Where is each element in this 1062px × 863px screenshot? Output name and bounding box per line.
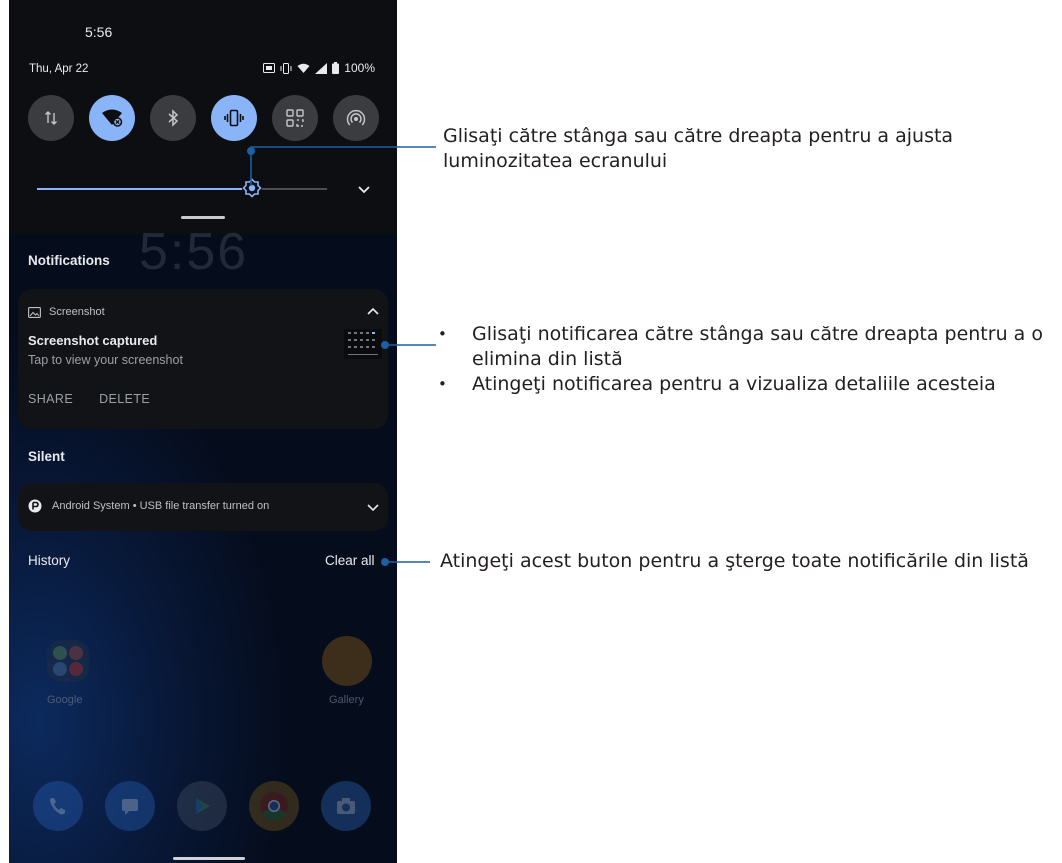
brightness-slider-fill: [37, 188, 252, 190]
battery-icon: [332, 62, 340, 74]
chevron-up-icon[interactable]: [364, 303, 382, 321]
qr-scanner-icon: [286, 109, 304, 127]
notification-annotation-list: Glisaţi notificarea către stânga sau căt…: [438, 322, 1058, 397]
quick-settings-panel: 5:56 Thu, Apr 22 100%: [9, 0, 397, 234]
gallery-label: Gallery: [329, 694, 364, 706]
bluetooth-icon: [168, 109, 179, 127]
brightness-annotation: Glisaţi către stânga sau către dreapta p…: [443, 125, 954, 172]
screenshot-thumbnail[interactable]: [344, 329, 382, 359]
mobile-data-icon: [45, 111, 57, 125]
clear-all-annotation: Atingeţi acest buton pentru a şterge toa…: [440, 550, 1029, 572]
wifi-icon: [102, 109, 123, 127]
tile-bluetooth[interactable]: [150, 95, 196, 141]
panel-drag-handle[interactable]: [181, 216, 225, 219]
notification-title: Screenshot captured: [28, 333, 158, 348]
notification-app-name: Screenshot: [49, 306, 105, 318]
vibrate-status-icon: [280, 62, 292, 74]
google-folder-label: Google: [47, 694, 83, 706]
lockscreen-clock: 5:56: [139, 223, 249, 281]
messages-app-icon: [105, 781, 155, 831]
silent-notification-card[interactable]: Android System • USB file transfer turne…: [18, 483, 388, 531]
status-icons: 100%: [263, 61, 375, 75]
delete-button[interactable]: DELETE: [99, 392, 150, 406]
play-store-app-icon: [177, 781, 227, 831]
phone-app-icon: [33, 781, 83, 831]
hotspot-icon: [346, 110, 366, 126]
silent-notification-text: Android System • USB file transfer turne…: [52, 500, 270, 512]
quick-tiles-row: [28, 95, 379, 141]
thumbnail-image: [348, 332, 378, 355]
share-button[interactable]: SHARE: [28, 392, 73, 406]
history-button[interactable]: History: [28, 553, 70, 568]
nfc-icon: [263, 63, 276, 73]
tile-wifi[interactable]: [89, 95, 135, 141]
gallery-app-icon: [322, 636, 372, 686]
chevron-down-icon[interactable]: [364, 498, 382, 516]
gesture-nav-bar[interactable]: [173, 857, 245, 860]
silent-notification-row: Android System • USB file transfer turne…: [28, 499, 269, 513]
tile-qr-scanner[interactable]: [272, 95, 318, 141]
chrome-app-icon: [249, 781, 299, 831]
notification-annotation-swipe: Glisaţi notificarea către stânga sau căt…: [438, 322, 1058, 372]
tile-hotspot[interactable]: [333, 95, 379, 141]
notification-text: Tap to view your screenshot: [28, 353, 183, 367]
tile-vibrate[interactable]: [211, 95, 257, 141]
google-folder-icon: [47, 640, 89, 682]
battery-percent: 100%: [344, 61, 375, 75]
camera-app-icon: [321, 781, 371, 831]
signal-icon: [315, 62, 328, 74]
brightness-thumb-icon[interactable]: [241, 177, 263, 199]
notification-annotation-tap: Atingeţi notificarea pentru a vizualiza …: [438, 372, 1058, 397]
notifications-header: Notifications: [28, 253, 110, 268]
date: Thu, Apr 22: [29, 63, 89, 75]
image-icon: [28, 306, 41, 318]
notification-card[interactable]: Screenshot Screenshot captured Tap to vi…: [18, 289, 388, 429]
clock: 5:56: [85, 24, 113, 40]
vibrate-icon: [224, 109, 244, 127]
notification-app-row: Screenshot: [28, 306, 105, 318]
android-system-icon: [28, 499, 42, 513]
chevron-down-icon[interactable]: [355, 180, 373, 198]
phone-screen: 5:56 Thu, Apr 22 100% 5:56 Notifications…: [9, 0, 397, 863]
silent-header: Silent: [28, 449, 65, 464]
brightness-slider[interactable]: [37, 188, 327, 190]
notification-actions: SHARE DELETE: [28, 392, 150, 406]
tile-mobile-data[interactable]: [28, 95, 74, 141]
wifi-status-icon: [297, 63, 310, 73]
clear-all-button[interactable]: Clear all: [325, 553, 375, 568]
